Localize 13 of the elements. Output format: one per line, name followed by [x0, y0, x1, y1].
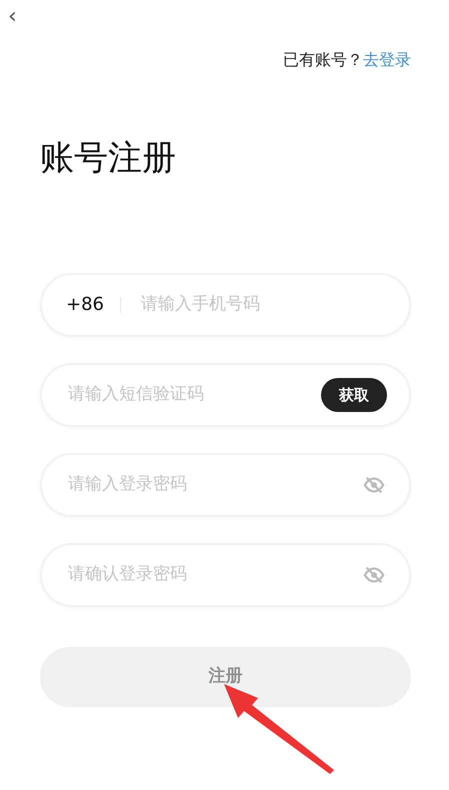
phone-input[interactable]: 请输入手机号码 — [139, 291, 385, 319]
input-field[interactable]: +86 请输入手机号码 — [40, 272, 411, 337]
input-field[interactable]: 请确认登录密码 — [40, 542, 411, 607]
page-title: 账号注册 — [40, 138, 177, 179]
get-code-button[interactable]: 获取 — [321, 378, 387, 412]
password-input[interactable]: 请输入登录密码 — [66, 471, 363, 499]
input-field[interactable]: 请输入短信验证码 获取 — [40, 362, 411, 427]
input-field[interactable]: 请输入登录密码 — [40, 452, 411, 517]
country-code[interactable]: +86 — [66, 296, 121, 313]
login-prompt-text: 已有账号？ — [283, 49, 363, 71]
back-button[interactable]: ‹ — [4, 4, 21, 30]
code-input[interactable]: 请输入短信验证码 — [66, 381, 321, 409]
password-input[interactable]: 请确认登录密码 — [66, 561, 363, 589]
